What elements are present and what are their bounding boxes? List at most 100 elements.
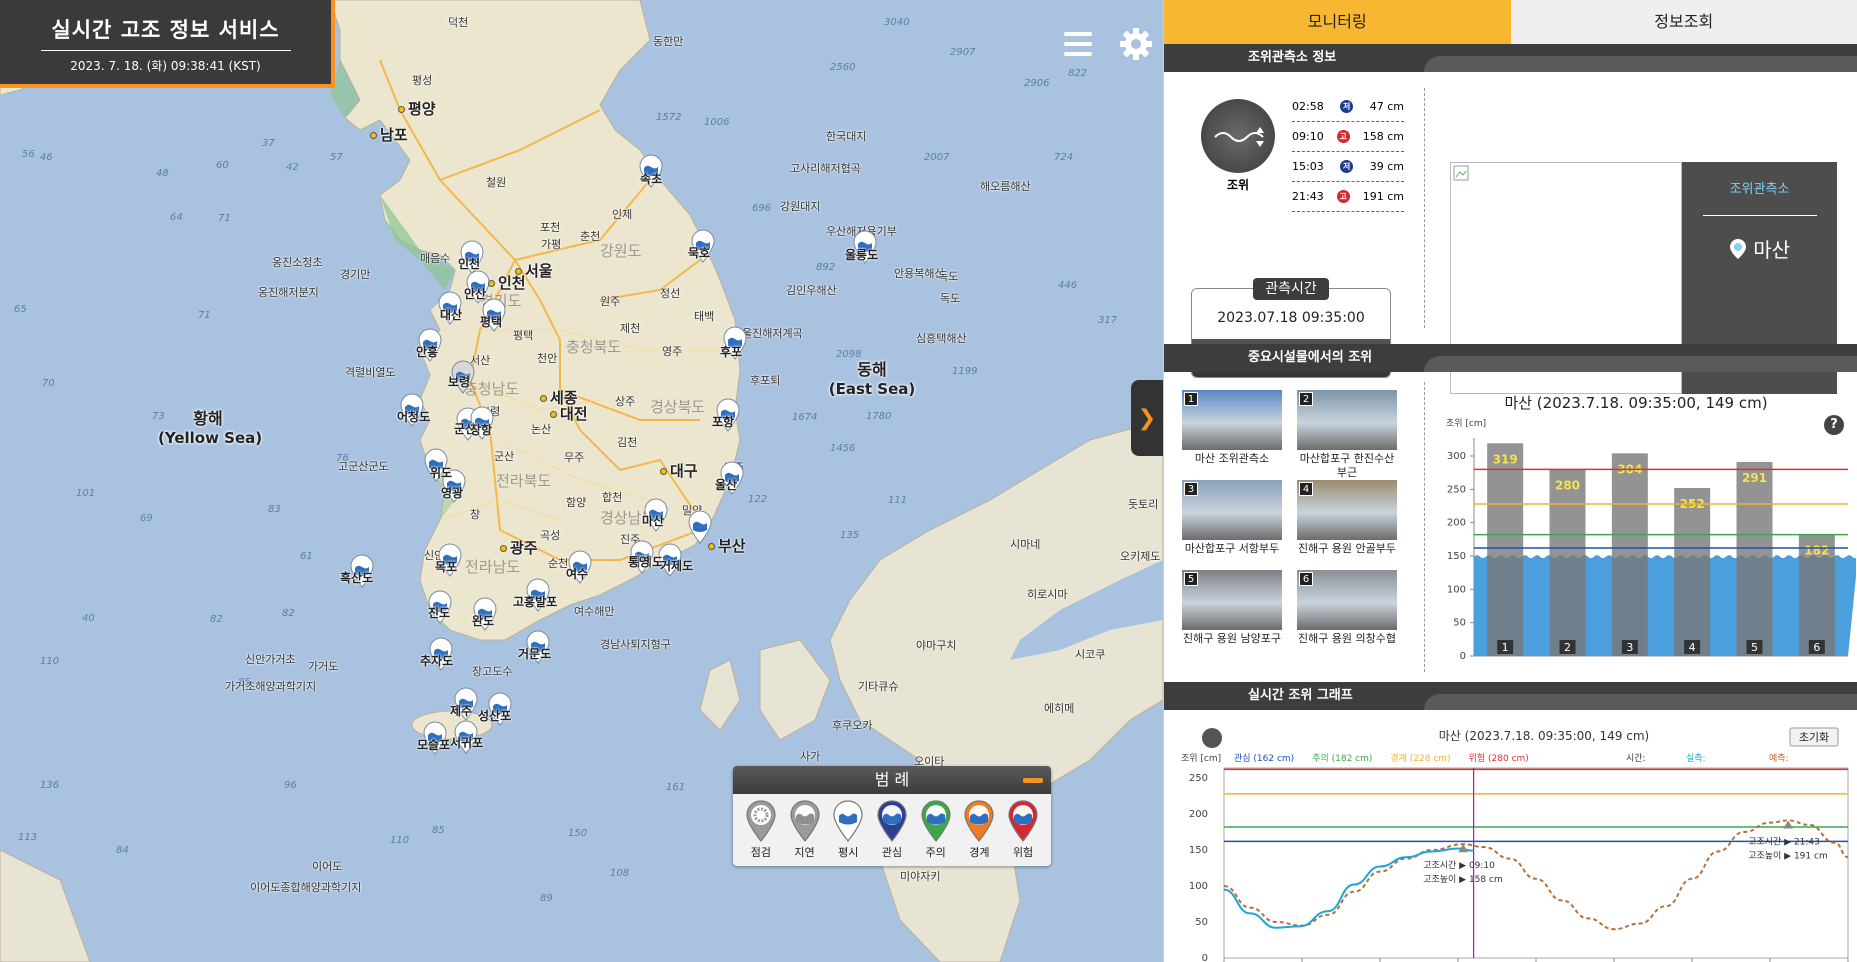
- depth-label: 48: [156, 168, 169, 179]
- place-label: 상주: [615, 395, 636, 408]
- location-pin-icon: [1729, 239, 1746, 259]
- tide-type-badge: 저: [1340, 100, 1354, 113]
- place-label: 평택: [513, 329, 534, 342]
- facility-photo: 2: [1297, 390, 1397, 450]
- legend-item-label: 위험: [1012, 846, 1034, 859]
- place-label: 함양: [566, 496, 587, 509]
- tab-info-lookup[interactable]: 정보조회: [1510, 0, 1857, 44]
- facility-card[interactable]: 6 진해구 용원 의창수협: [1297, 570, 1397, 646]
- tide-row: 15:03 저 39 cm: [1292, 152, 1404, 182]
- tide-table: 02:58 저 47 cm 09:10 고 158 cm 15:03 저 39 cm 21:43 고…: [1292, 92, 1404, 212]
- legend-pin-icon: [1008, 800, 1038, 842]
- place-label: 오키제도: [1120, 550, 1161, 563]
- station-label: 제주: [450, 704, 473, 718]
- depth-label: 69: [140, 513, 153, 524]
- station-type-label: 조위관측소: [1729, 182, 1790, 197]
- bar-chart-ytick: 250: [1447, 484, 1466, 495]
- station-label: 안흥: [416, 345, 439, 359]
- realtime-graph[interactable]: 마산 (2023.7.18. 09:35:00, 149 cm) 초기화 조위 [c…: [1164, 710, 1857, 962]
- station-label: 보령: [448, 375, 471, 389]
- facility-caption: 진해구 용원 남양포구: [1182, 632, 1282, 645]
- depth-label: 46: [40, 152, 53, 163]
- depth-label: 111: [888, 495, 908, 506]
- station-label: 속초: [640, 172, 663, 186]
- place-label: 군산: [494, 450, 515, 463]
- realtime-line-chart: 마산 (2023.7.18. 09:35:00, 149 cm) 초기화조위 [c…: [1181, 727, 1849, 962]
- facility-card[interactable]: 5 진해구 용원 남양포구: [1182, 570, 1282, 646]
- station-label: 서귀포: [450, 736, 484, 750]
- facility-caption: 마산 조위관측소: [1194, 452, 1270, 465]
- facility-card[interactable]: 1 마산 조위관측소: [1182, 390, 1282, 466]
- depth-label: 2907: [950, 47, 976, 58]
- line-chart-ytick: 150: [1189, 845, 1208, 856]
- reset-button[interactable]: 초기화: [1789, 727, 1839, 747]
- bar-chart-ylabel: 조위 [cm]: [1446, 418, 1486, 429]
- threshold-legend-entry: 관심 (162 cm): [1234, 753, 1294, 764]
- bar-chart-ytick: 100: [1447, 584, 1466, 595]
- settings-button[interactable]: [1118, 26, 1154, 62]
- facility-caption: 진해구 용원 의창수협: [1297, 632, 1397, 645]
- high-tide-annotation: 고조시간 ▶ 21:43: [1748, 836, 1820, 847]
- bar-chart-ytick: 200: [1447, 518, 1466, 529]
- bar: [1487, 443, 1524, 656]
- place-label: 천안: [537, 352, 558, 365]
- depth-label: 3040: [884, 17, 910, 28]
- place-label: 여수해만: [574, 605, 615, 618]
- gear-icon: [1120, 28, 1152, 60]
- facility-card[interactable]: 4 진해구 용원 안골부두: [1297, 480, 1397, 556]
- graph-section-title: 실시간 조위 그래프: [1164, 682, 1424, 710]
- depth-label: 71: [198, 310, 211, 321]
- line-chart-ytick: 250: [1189, 773, 1208, 784]
- menu-button[interactable]: [1060, 26, 1096, 62]
- station-label: 평택: [480, 315, 503, 329]
- place-label: 가평: [541, 238, 562, 251]
- tide-map[interactable]: 실시간 고조 정보 서비스 2023. 7. 18. (화) 09:38:41 …: [0, 0, 1163, 962]
- depth-label: 2007: [924, 152, 950, 163]
- chart-logo-icon: [1202, 728, 1222, 748]
- bar-chart-ytick: 50: [1453, 618, 1466, 629]
- station-label: 모슬포: [417, 738, 451, 752]
- facility-card[interactable]: 3 마산합포구 서항부두: [1182, 480, 1282, 556]
- place-label: 시코쿠: [1075, 648, 1106, 661]
- city-dot-icon: [500, 545, 507, 552]
- legend-pin-icon: [877, 800, 907, 842]
- depth-label: 2560: [830, 62, 856, 73]
- station-name-text: 마산: [1753, 238, 1791, 262]
- station-label: 포항: [712, 415, 735, 429]
- legend-item-label: 평시: [838, 846, 859, 859]
- city-label: 부산: [708, 535, 746, 556]
- high-tide-annotation: 고조시간 ▶ 09:10: [1423, 860, 1495, 871]
- panel-toggle-button[interactable]: ❯: [1131, 380, 1163, 456]
- tide-value: 191 cm: [1362, 190, 1404, 203]
- place-label: 후쿠오카: [832, 719, 873, 732]
- facility-card[interactable]: 2 마산합포구 한진수산 부근: [1297, 390, 1397, 480]
- depth-label: 101: [76, 488, 96, 499]
- graph-section-header: 실시간 조위 그래프: [1164, 682, 1857, 710]
- depth-label: 110: [40, 656, 60, 667]
- line-chart-frame: [1223, 767, 1849, 959]
- depth-label: 42: [286, 162, 299, 173]
- city-name: 광주: [510, 539, 538, 557]
- legend-title: 범 례: [874, 770, 910, 789]
- place-label: 영주: [662, 345, 683, 358]
- place-label: 독도: [938, 270, 959, 283]
- city-label: 평양: [398, 98, 436, 119]
- bar: [1611, 453, 1648, 656]
- line-chart-ytick: 0: [1202, 953, 1208, 962]
- legend-item-label: 관심: [881, 846, 903, 859]
- station-label: 묵호: [688, 246, 711, 260]
- city-name: 서울: [525, 262, 553, 280]
- place-label: 이어도종합해양과학기지: [250, 881, 362, 894]
- city-name: 평양: [408, 100, 436, 118]
- depth-label: 136: [40, 780, 60, 791]
- facility-photo: 5: [1182, 570, 1282, 630]
- tab-monitoring[interactable]: 모니터링: [1164, 0, 1511, 44]
- legend-minimize-button[interactable]: [1023, 778, 1043, 783]
- place-label: 미야자키: [900, 870, 941, 883]
- current-datetime: 2023. 7. 18. (화) 09:38:41 (KST): [70, 59, 261, 73]
- place-label: 기타큐슈: [858, 680, 899, 693]
- high-tide-annotation: 고조높이 ▶ 158 cm: [1423, 874, 1503, 885]
- city-name: 대구: [670, 462, 698, 480]
- station-label: 추자도: [420, 654, 454, 668]
- legend-item-label: 경계: [969, 846, 990, 859]
